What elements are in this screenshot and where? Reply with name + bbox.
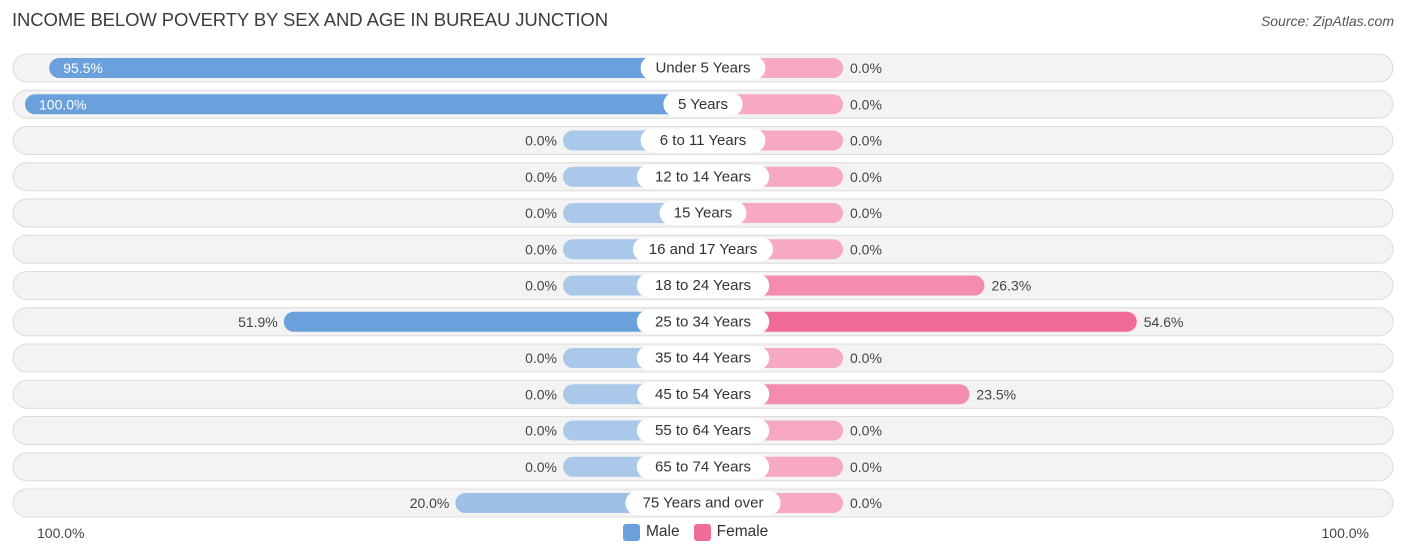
category-label: 15 Years xyxy=(674,205,732,222)
category-label: 45 to 54 Years xyxy=(655,386,751,403)
female-value-label: 0.0% xyxy=(850,96,882,112)
male-bar xyxy=(49,58,703,78)
male-bar xyxy=(25,94,703,115)
axis-left-label: 100.0% xyxy=(37,525,85,541)
male-value-label: 100.0% xyxy=(39,96,86,112)
male-value-label: 20.0% xyxy=(410,495,450,511)
category-label: 65 to 74 Years xyxy=(655,458,751,475)
male-value-label: 0.0% xyxy=(525,241,557,257)
female-value-label: 0.0% xyxy=(850,495,882,511)
female-value-label: 0.0% xyxy=(850,459,882,475)
legend: Male Female xyxy=(623,523,776,541)
category-label: 12 to 14 Years xyxy=(655,168,751,185)
female-value-label: 54.6% xyxy=(1144,314,1184,330)
category-label: 75 Years and over xyxy=(643,495,764,512)
category-label: 16 and 17 Years xyxy=(649,241,757,258)
male-value-label: 0.0% xyxy=(525,423,557,439)
legend-swatch-male xyxy=(623,523,640,541)
male-value-label: 51.9% xyxy=(238,314,278,330)
female-value-label: 26.3% xyxy=(991,278,1031,294)
male-value-label: 95.5% xyxy=(63,60,103,76)
legend-swatch-female xyxy=(693,523,711,541)
female-value-label: 0.0% xyxy=(850,241,882,257)
female-value-label: 0.0% xyxy=(850,60,882,76)
category-label: 55 to 64 Years xyxy=(655,422,751,439)
male-value-label: 0.0% xyxy=(525,133,557,149)
category-label: 5 Years xyxy=(678,96,728,113)
category-label: 6 to 11 Years xyxy=(660,132,746,149)
male-value-label: 0.0% xyxy=(525,278,557,294)
category-label: 35 to 44 Years xyxy=(655,350,751,367)
legend-item-male[interactable]: Male xyxy=(623,523,680,541)
category-label: Under 5 Years xyxy=(655,60,750,77)
legend-label-female: Female xyxy=(716,523,769,540)
male-value-label: 0.0% xyxy=(525,386,557,402)
female-value-label: 0.0% xyxy=(850,169,882,185)
female-value-label: 0.0% xyxy=(850,350,882,366)
axis-right-label: 100.0% xyxy=(1321,525,1369,541)
male-value-label: 0.0% xyxy=(525,205,557,221)
male-value-label: 0.0% xyxy=(525,459,557,475)
male-value-label: 0.0% xyxy=(525,350,557,366)
female-value-label: 0.0% xyxy=(850,133,882,149)
female-value-label: 0.0% xyxy=(850,423,882,439)
category-label: 25 to 34 Years xyxy=(655,313,751,330)
female-value-label: 23.5% xyxy=(976,386,1016,402)
female-value-label: 0.0% xyxy=(850,205,882,221)
male-value-label: 0.0% xyxy=(525,169,557,185)
diverging-bar-chart: Under 5 Years 95.5% 0.0% 5 Years 100.0% 0.0% 6… xyxy=(12,53,1394,518)
category-label: 18 to 24 Years xyxy=(655,277,751,294)
legend-item-female[interactable]: Female xyxy=(693,523,769,541)
legend-label-male: Male xyxy=(646,523,680,540)
